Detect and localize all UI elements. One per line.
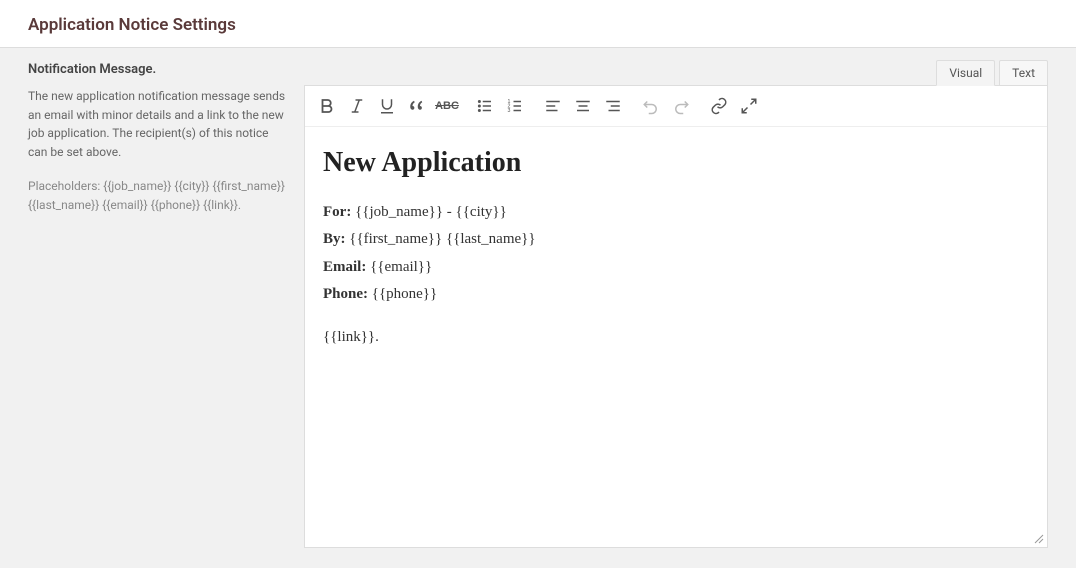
expand-icon — [740, 97, 758, 115]
align-left-icon — [544, 97, 562, 115]
editor-line: {{link}}. — [323, 326, 1029, 349]
underline-icon — [378, 97, 396, 115]
sidebar-heading: Notification Message. — [28, 62, 286, 77]
italic-button[interactable] — [343, 92, 371, 120]
resize-icon — [1033, 533, 1045, 545]
bulleted-list-button[interactable] — [471, 92, 499, 120]
redo-icon — [672, 97, 690, 115]
resize-handle[interactable] — [1033, 533, 1045, 545]
align-right-button[interactable] — [599, 92, 627, 120]
align-center-button[interactable] — [569, 92, 597, 120]
sidebar: Notification Message. The new applicatio… — [28, 62, 286, 548]
editor-heading: New Application — [323, 147, 1029, 179]
sidebar-placeholders: Placeholders: {{job_name}} {{city}} {{fi… — [28, 177, 286, 214]
list-ul-icon — [476, 97, 494, 115]
link-icon — [710, 97, 728, 115]
editor-mode-tabs: Visual Text — [304, 60, 1048, 86]
underline-button[interactable] — [373, 92, 401, 120]
numbered-list-button[interactable]: 123 — [501, 92, 529, 120]
page-title: Application Notice Settings — [0, 0, 1076, 47]
quote-icon — [408, 97, 426, 115]
link-button[interactable] — [705, 92, 733, 120]
align-left-button[interactable] — [539, 92, 567, 120]
editor-toolbar: ABC 123 — [305, 86, 1047, 127]
editor-content[interactable]: New Application For: {{job_name}} - {{ci… — [305, 127, 1047, 547]
blockquote-button[interactable] — [403, 92, 431, 120]
strikethrough-button[interactable]: ABC — [433, 92, 461, 120]
fullscreen-button[interactable] — [735, 92, 763, 120]
sidebar-description: The new application notification message… — [28, 87, 286, 161]
editor-wrap: Visual Text ABC — [304, 60, 1048, 548]
editor-frame: ABC 123 — [304, 85, 1048, 548]
tab-text[interactable]: Text — [999, 60, 1048, 86]
content-panel: Notification Message. The new applicatio… — [0, 47, 1076, 568]
italic-icon — [348, 97, 366, 115]
align-right-icon — [604, 97, 622, 115]
editor-line: Email: {{email}} — [323, 256, 1029, 279]
bold-button[interactable] — [313, 92, 341, 120]
align-center-icon — [574, 97, 592, 115]
undo-icon — [642, 97, 660, 115]
redo-button[interactable] — [667, 92, 695, 120]
svg-text:3: 3 — [508, 108, 511, 114]
list-ol-icon: 123 — [506, 97, 524, 115]
bold-icon — [318, 97, 336, 115]
editor-line: By: {{first_name}} {{last_name}} — [323, 228, 1029, 251]
undo-button[interactable] — [637, 92, 665, 120]
editor-line: For: {{job_name}} - {{city}} — [323, 201, 1029, 224]
tab-visual[interactable]: Visual — [936, 60, 995, 86]
editor-line: Phone: {{phone}} — [323, 283, 1029, 306]
